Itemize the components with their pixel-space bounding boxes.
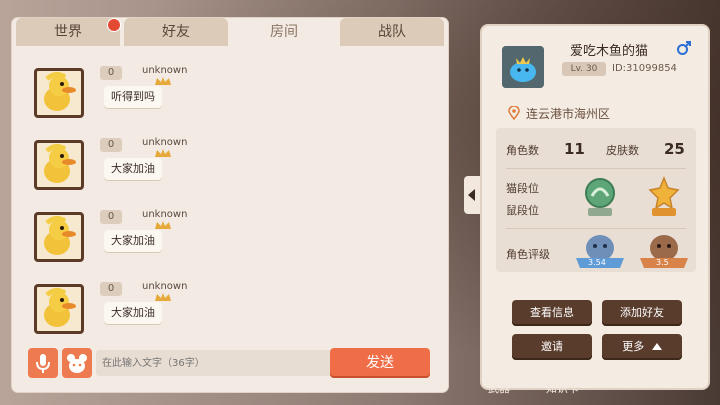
player-location: 连云港市海州区	[526, 107, 611, 121]
list-item: 0 unknown 大家加油	[12, 208, 448, 272]
nav-weapons[interactable]: 武器	[488, 380, 510, 396]
avatar[interactable]	[34, 284, 84, 334]
profile-card: 爱吃木鱼的猫 Lv. 30 ID:31099854 连云港市海州区 角色数 11…	[482, 26, 708, 388]
microphone-icon	[36, 354, 50, 373]
rating-badge-text: 3.54	[588, 258, 606, 267]
emoji-button[interactable]	[62, 348, 92, 378]
location-pin-icon	[508, 106, 520, 120]
cat-rank-label: 猫段位	[506, 182, 539, 195]
mouse-rank-label: 鼠段位	[506, 204, 539, 217]
chat-panel: 世界 好友 房间 战队 0 unknown 听得到吗 0 unknown 大家加…	[12, 18, 448, 392]
avatar	[502, 46, 544, 88]
tab-world[interactable]: 世界	[16, 18, 120, 46]
male-icon	[677, 41, 691, 55]
player-name: 爱吃木鱼的猫	[570, 44, 649, 59]
cat-rank-badge-icon	[585, 178, 615, 216]
crown-icon	[155, 149, 171, 157]
chat-input-bar: 发送	[12, 344, 448, 384]
user-level: 0	[100, 210, 122, 224]
list-item: 0 unknown 听得到吗	[12, 64, 448, 128]
nav-knowledge-cards[interactable]: 知识卡	[546, 380, 579, 396]
voice-button[interactable]	[28, 348, 58, 378]
notification-dot	[108, 19, 120, 31]
divider	[506, 168, 686, 169]
mouse-rank-badge-icon	[648, 175, 680, 216]
tab-friends[interactable]: 好友	[124, 18, 228, 46]
chevron-up-icon	[651, 343, 662, 350]
crown-icon	[155, 221, 171, 229]
chat-tabs: 世界 好友 房间 战队	[12, 18, 448, 46]
player-id: ID:31099854	[612, 63, 677, 74]
rating-badge-text: 3.5	[656, 258, 669, 267]
view-info-button[interactable]: 查看信息	[512, 300, 592, 326]
more-button-label: 更多	[622, 340, 645, 353]
add-friend-button[interactable]: 添加好友	[602, 300, 682, 326]
invite-button[interactable]: 邀请	[512, 334, 592, 360]
slime-avatar-icon	[502, 46, 544, 88]
skin-count: 25	[664, 140, 685, 158]
chat-bubble: 大家加油	[104, 230, 162, 252]
duck-icon	[44, 143, 76, 183]
role-count: 11	[564, 140, 585, 158]
user-level: 0	[100, 138, 122, 152]
duck-icon	[44, 215, 76, 255]
duck-icon	[44, 71, 76, 111]
send-button[interactable]: 发送	[330, 348, 430, 378]
username: unknown	[142, 281, 188, 292]
list-item: 0 unknown 大家加油	[12, 136, 448, 200]
stats-panel: 角色数 11 皮肤数 25 猫段位 鼠段位 角色评级 3.54 3.5	[496, 128, 696, 272]
username: unknown	[142, 137, 188, 148]
more-button[interactable]: 更多	[602, 334, 682, 360]
chat-bubble: 大家加油	[104, 158, 162, 180]
role-count-label: 角色数	[506, 144, 539, 157]
username: unknown	[142, 65, 188, 76]
chat-bubble: 听得到吗	[104, 86, 162, 108]
avatar[interactable]	[34, 140, 84, 190]
avatar[interactable]	[34, 68, 84, 118]
player-level: Lv. 30	[562, 62, 606, 76]
collapse-panel-button[interactable]	[464, 176, 480, 214]
user-level: 0	[100, 66, 122, 80]
chevron-left-icon	[468, 189, 475, 201]
tab-room[interactable]: 房间	[232, 18, 336, 46]
skin-count-label: 皮肤数	[606, 144, 639, 157]
username: unknown	[142, 209, 188, 220]
avatar[interactable]	[34, 212, 84, 262]
list-item: 0 unknown 大家加油	[12, 280, 448, 344]
mouse-emoji-icon	[67, 354, 87, 373]
chat-text-input[interactable]	[96, 350, 336, 376]
duck-icon	[44, 287, 76, 327]
divider	[506, 228, 686, 229]
crown-icon	[155, 77, 171, 85]
user-level: 0	[100, 282, 122, 296]
role-rating-label: 角色评级	[506, 248, 550, 261]
tab-team[interactable]: 战队	[340, 18, 444, 46]
chat-bubble: 大家加油	[104, 302, 162, 324]
crown-icon	[155, 293, 171, 301]
